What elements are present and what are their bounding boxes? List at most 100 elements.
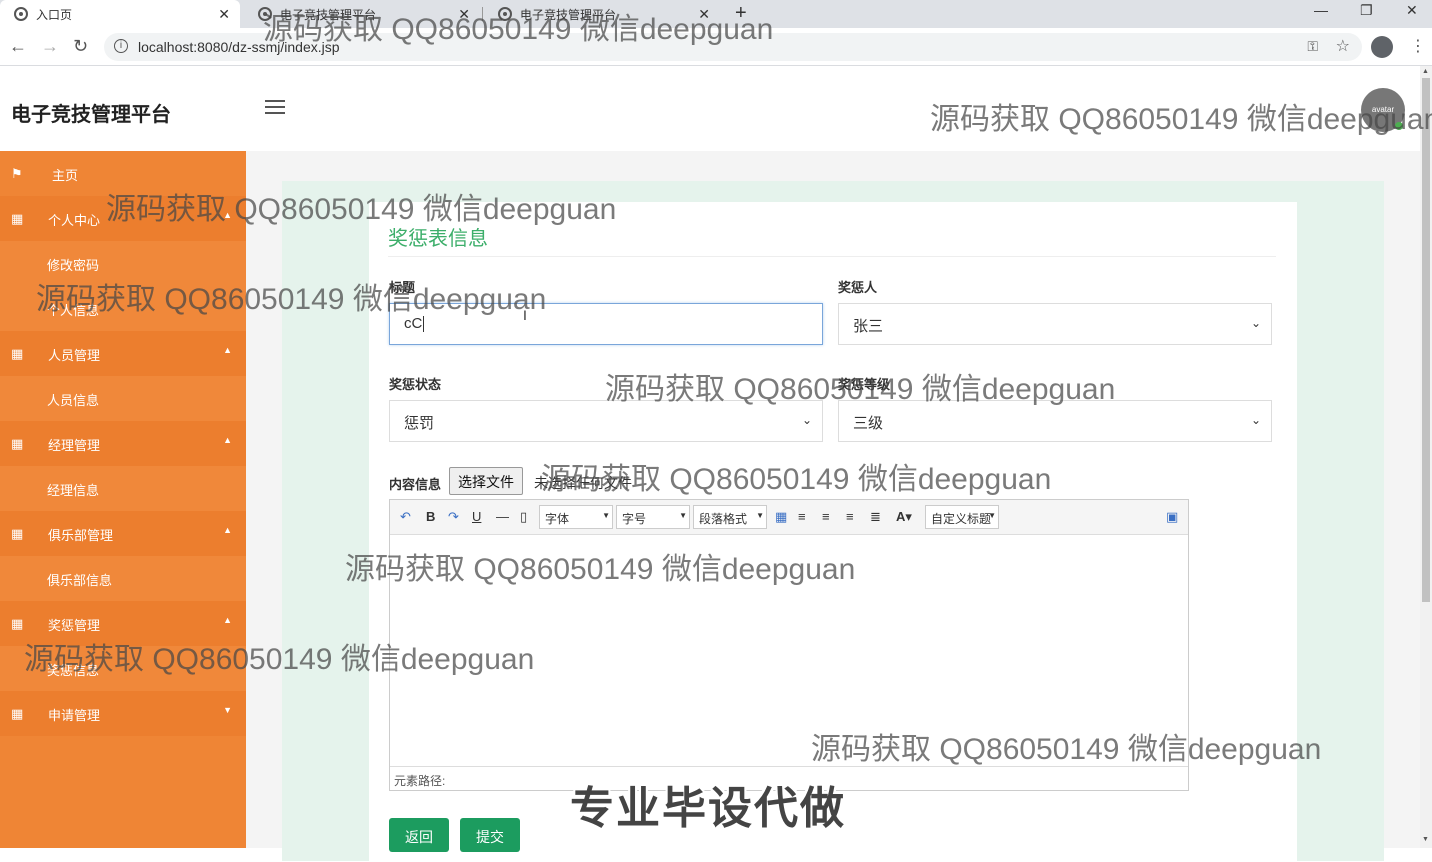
close-icon[interactable]: ✕ xyxy=(218,6,230,23)
watermark-stamp: 专业毕设代做 xyxy=(570,784,846,833)
grid-icon: ▦ xyxy=(11,616,24,631)
person-select-value: 张三 xyxy=(853,318,884,335)
choose-file-button[interactable]: 选择文件 xyxy=(449,467,523,495)
editor-toolbar: ↶ B ↷ U — ▯ 字体 ▼ 字号 ▼ 段落格式 ▼ ▦ ≡ ≡ ≡ ≣ A▾ 自… xyxy=(390,500,1188,535)
sidebar-item-label: 奖惩管理 xyxy=(48,618,101,633)
chevron-up-icon: ▲ xyxy=(223,345,232,355)
hamburger-menu-icon[interactable] xyxy=(265,100,285,116)
sidebar-subitem-staff-info[interactable]: 人员信息 xyxy=(0,376,246,421)
divider xyxy=(388,256,1276,257)
chevron-down-icon: ▼ xyxy=(988,511,996,520)
chevron-down-icon: ▼ xyxy=(602,511,610,520)
sidebar-item-manager-management[interactable]: ▦ 经理管理 ▲ xyxy=(0,421,246,466)
person-select[interactable]: 张三 ⌄ xyxy=(838,303,1272,345)
menu-dots-icon[interactable]: ⋮ xyxy=(1410,36,1426,56)
chevron-up-icon: ▲ xyxy=(223,525,232,535)
font-color-icon[interactable]: A▾ xyxy=(896,509,912,525)
sidebar-item-label: 经理管理 xyxy=(48,438,101,453)
chevron-down-icon: ▼ xyxy=(223,705,232,715)
watermark-text: 源码获取 QQ86050149 微信deepguan xyxy=(263,13,774,46)
sidebar-item-label: 申请管理 xyxy=(48,708,101,723)
forward-arrow-icon[interactable]: → xyxy=(41,36,59,57)
sidebar-item-club-management[interactable]: ▦ 俱乐部管理 ▲ xyxy=(0,511,246,556)
custom-title-select[interactable]: 自定义标题 ▼ xyxy=(925,505,999,529)
sidebar-item-label: 修改密码 xyxy=(47,258,100,273)
scroll-down-icon[interactable]: ▼ xyxy=(1422,836,1429,843)
window-close-icon[interactable]: ✕ xyxy=(1406,2,1418,19)
sidebar: ⚑ 主页 ▦ 个人中心 ▲ 修改密码 个人信息 ▦ 人员管理 ▲ 人员信息 ▦ … xyxy=(0,151,246,848)
sidebar-subitem-manager-info[interactable]: 经理信息 xyxy=(0,466,246,511)
chevron-up-icon: ▲ xyxy=(223,615,232,625)
watermark-text: 源码获取 QQ86050149 微信deepguan xyxy=(24,643,535,676)
grid-icon: ▦ xyxy=(11,436,24,451)
font-size-select-value: 字号 xyxy=(622,512,647,526)
redo-icon[interactable]: ↷ xyxy=(448,509,459,525)
scroll-up-icon[interactable]: ▲ xyxy=(1422,68,1429,75)
star-icon[interactable]: ☆ xyxy=(1336,36,1350,56)
align-right-icon[interactable]: ≡ xyxy=(822,509,830,524)
align-left-icon[interactable]: ≡ xyxy=(798,509,806,524)
watermark-text: 源码获取 QQ86050149 微信deepguan xyxy=(541,463,1052,496)
page-scrollbar[interactable]: ▲ ▼ xyxy=(1420,66,1432,848)
bold-icon[interactable]: B xyxy=(426,509,435,524)
watermark-text: 源码获取 QQ86050149 微信deepguan xyxy=(930,103,1432,136)
browser-tab-active[interactable]: 入口页 ✕ xyxy=(0,0,240,28)
watermark-text: 源码获取 QQ86050149 微信deepguan xyxy=(811,733,1322,766)
chevron-down-icon: ▼ xyxy=(679,511,687,520)
content-label: 内容信息 xyxy=(389,477,442,492)
underline-icon[interactable]: U xyxy=(472,509,481,524)
align-justify-icon[interactable]: ≣ xyxy=(870,509,881,525)
watermark-text: 源码获取 QQ86050149 微信deepguan xyxy=(106,193,617,226)
info-icon[interactable]: i xyxy=(114,39,128,53)
font-size-select[interactable]: 字号 ▼ xyxy=(616,505,690,529)
undo-icon[interactable]: ↶ xyxy=(400,509,411,525)
person-label: 奖惩人 xyxy=(838,280,878,295)
chevron-down-icon: ⌄ xyxy=(801,413,812,427)
grid-icon: ▦ xyxy=(11,211,24,226)
chevron-down-icon: ▼ xyxy=(756,511,764,520)
sidebar-item-label: 人员信息 xyxy=(47,393,100,408)
status-select-value: 惩罚 xyxy=(404,415,435,432)
paragraph-format-select-value: 段落格式 xyxy=(699,512,748,526)
grid-icon: ▦ xyxy=(11,346,24,361)
chevron-up-icon: ▲ xyxy=(223,435,232,445)
align-center-icon[interactable]: ≡ xyxy=(846,509,854,524)
chevron-down-icon: ⌄ xyxy=(1250,316,1261,330)
fullscreen-icon[interactable]: ▣ xyxy=(1166,509,1178,525)
sidebar-item-staff-management[interactable]: ▦ 人员管理 ▲ xyxy=(0,331,246,376)
grid-icon: ▦ xyxy=(11,706,24,721)
watermark-text: 源码获取 QQ86050149 微信deepguan xyxy=(345,553,856,586)
level-select-value: 三级 xyxy=(853,415,884,432)
sidebar-item-application-management[interactable]: ▦ 申请管理 ▼ xyxy=(0,691,246,736)
font-family-select-value: 字体 xyxy=(545,512,570,526)
horizontal-rule-icon[interactable]: — xyxy=(496,509,509,524)
key-icon[interactable]: ⚿ xyxy=(1307,38,1318,55)
sidebar-subitem-club-info[interactable]: 俱乐部信息 xyxy=(0,556,246,601)
sidebar-item-label: 人员管理 xyxy=(48,348,101,363)
page-icon[interactable]: ▯ xyxy=(520,509,527,525)
watermark-text: 源码获取 QQ86050149 微信deepguan xyxy=(605,373,1116,406)
paragraph-format-select[interactable]: 段落格式 ▼ xyxy=(693,505,767,529)
profile-icon[interactable] xyxy=(1371,36,1393,58)
restore-icon[interactable]: ❐ xyxy=(1360,2,1373,19)
back-button[interactable]: 返回 xyxy=(389,818,449,852)
minimize-icon[interactable]: — xyxy=(1314,2,1328,18)
font-family-select[interactable]: 字体 ▼ xyxy=(539,505,613,529)
status-label: 奖惩状态 xyxy=(389,377,442,392)
scrollbar-thumb[interactable] xyxy=(1422,78,1430,602)
text-cursor xyxy=(423,316,425,333)
grid-icon: ▦ xyxy=(11,526,24,541)
sidebar-item-label: 主页 xyxy=(52,168,79,183)
watermark-text: 源码获取 QQ86050149 微信deepguan xyxy=(36,283,547,316)
table-icon[interactable]: ▦ xyxy=(775,509,787,525)
submit-button[interactable]: 提交 xyxy=(460,818,520,852)
flag-icon: ⚑ xyxy=(11,166,23,181)
globe-icon xyxy=(14,7,28,21)
tab-title: 入口页 xyxy=(36,7,73,22)
back-arrow-icon[interactable]: ← xyxy=(9,36,27,57)
reload-icon[interactable]: ↻ xyxy=(73,36,88,57)
brand-title: 电子竞技管理平台 xyxy=(11,104,171,126)
sidebar-item-label: 个人中心 xyxy=(48,213,101,228)
sidebar-item-label: 俱乐部信息 xyxy=(47,573,113,588)
custom-title-select-value: 自定义标题 xyxy=(931,512,992,526)
